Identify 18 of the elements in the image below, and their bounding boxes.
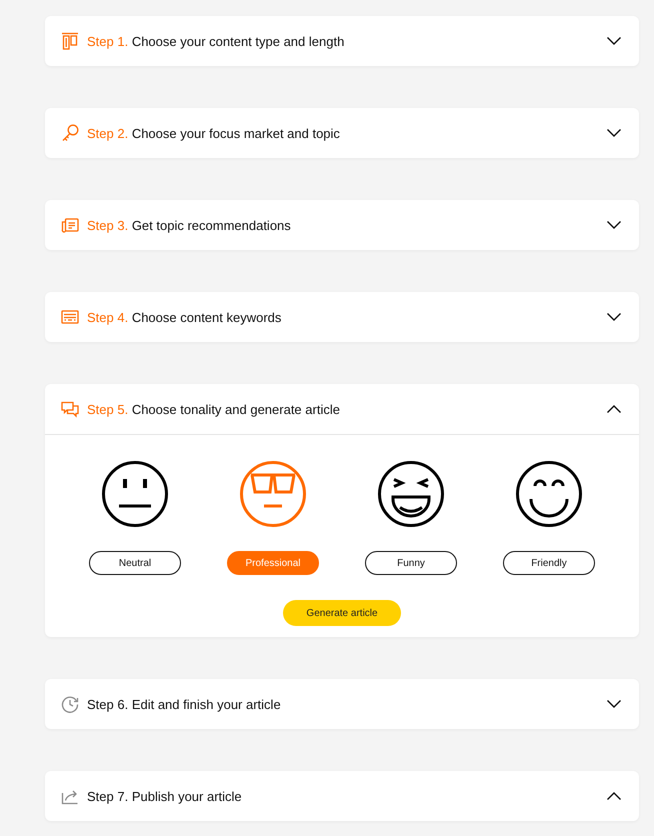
step-title: Step 5. Choose tonality and generate article <box>87 402 340 416</box>
chevron-icon[interactable] <box>607 405 621 413</box>
tonality-button[interactable]: Funny <box>365 551 457 575</box>
chevron-icon[interactable] <box>607 129 621 137</box>
chevron-icon[interactable] <box>607 792 621 800</box>
step-title: Step 4. Choose content keywords <box>87 310 282 324</box>
step-title: Step 1. Choose your content type and length <box>87 34 344 48</box>
chevron-icon[interactable] <box>607 37 621 45</box>
tonality-button[interactable]: Friendly <box>503 551 595 575</box>
step-title: Step 3. Get topic recommendations <box>87 218 291 232</box>
chevron-icon[interactable] <box>607 221 621 229</box>
step-title: Step 6. Edit and finish your article <box>87 696 281 712</box>
step-title: Step 2. Choose your focus market and topic <box>87 126 340 140</box>
tonality-button[interactable]: Neutral <box>89 551 181 575</box>
chevron-icon[interactable] <box>607 700 621 708</box>
chevron-icon[interactable] <box>607 313 621 321</box>
generate-article-button[interactable]: Generate article <box>283 600 401 626</box>
step-title: Step 7. Publish your article <box>87 788 242 804</box>
